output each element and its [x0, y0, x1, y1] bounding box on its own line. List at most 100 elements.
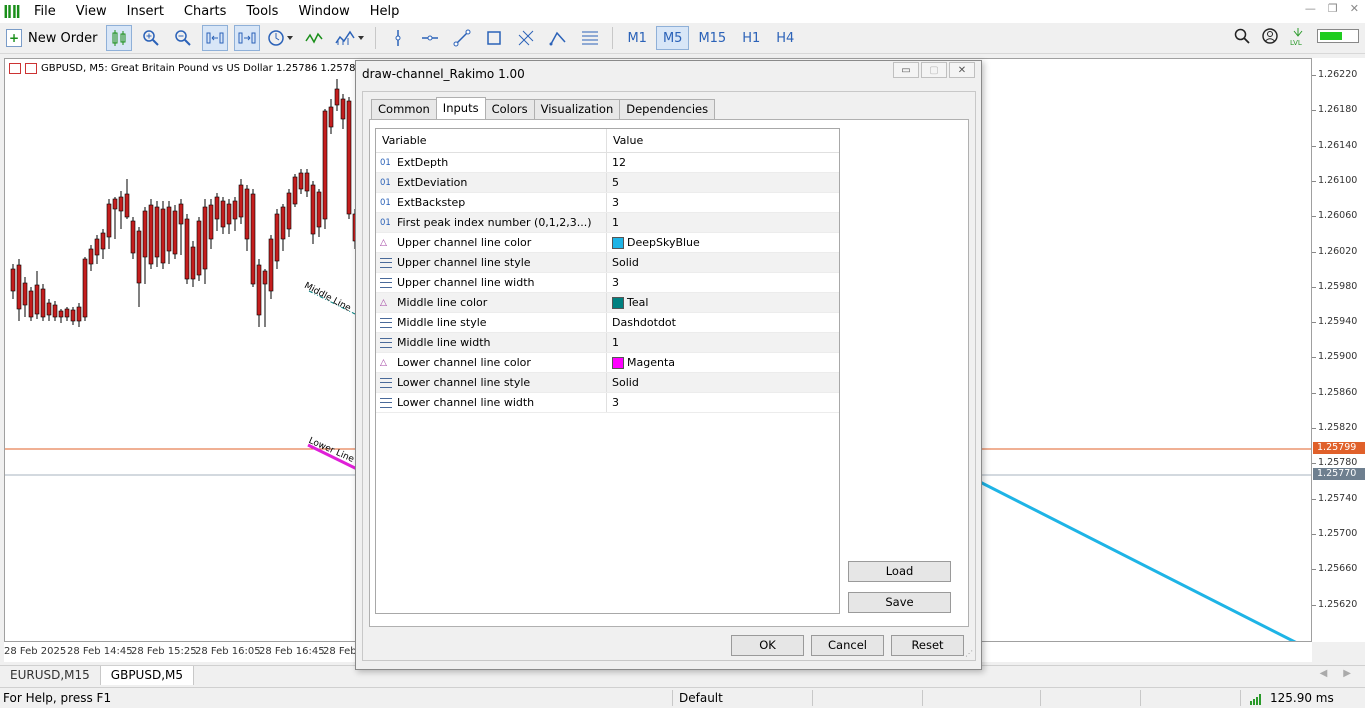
menu-help[interactable]: Help [360, 0, 410, 23]
input-row[interactable]: △ Upper channel line color DeepSkyBlue [376, 233, 839, 253]
zoom-in-button[interactable] [138, 25, 164, 51]
restore-icon[interactable]: ❐ [1328, 2, 1338, 15]
signals-icon[interactable]: LVL [1289, 26, 1307, 46]
timeframe-h4-button[interactable]: H4 [769, 26, 801, 50]
input-row[interactable]: Upper channel line style Solid [376, 253, 839, 273]
input-row[interactable]: Lower channel line style Solid [376, 373, 839, 393]
timeframe-m5-button[interactable]: M5 [655, 26, 690, 50]
menu-tools[interactable]: Tools [236, 0, 288, 23]
column-header-value[interactable]: Value [607, 129, 643, 152]
chart-shift-button[interactable] [234, 25, 261, 51]
vertical-line-button[interactable] [385, 25, 411, 51]
input-row[interactable]: Middle line width 1 [376, 333, 839, 353]
tab-eurusd-m15[interactable]: EURUSD,M15 [0, 666, 101, 685]
input-row[interactable]: 01 ExtDeviation 5 [376, 173, 839, 193]
tab-dependencies[interactable]: Dependencies [619, 99, 716, 119]
cancel-button[interactable]: Cancel [811, 635, 884, 656]
chart-menu-icon[interactable] [9, 63, 21, 74]
fibonacci-button[interactable] [513, 25, 539, 51]
auto-scroll-button[interactable] [202, 25, 229, 51]
input-row[interactable]: 01 First peak index number (0,1,2,3...) 1 [376, 213, 839, 233]
value-cell[interactable]: 12 [607, 153, 839, 172]
input-row[interactable]: Upper channel line width 3 [376, 273, 839, 293]
horizontal-line-button[interactable] [417, 25, 443, 51]
value-cell[interactable]: 3 [607, 193, 839, 212]
candle-body [136, 230, 142, 284]
resize-grip-icon[interactable]: ⋰ [965, 649, 973, 658]
search-icon[interactable] [1233, 27, 1251, 45]
menu-file[interactable]: File [24, 0, 66, 23]
menu-window[interactable]: Window [288, 0, 359, 23]
scroll-left-icon[interactable]: ◀ [1320, 668, 1328, 679]
close-icon[interactable]: ✕ [1350, 2, 1359, 15]
minimize-button[interactable]: ▭ [893, 62, 919, 78]
price-tick [1312, 392, 1316, 394]
value-cell[interactable]: 5 [607, 173, 839, 192]
price-tick [1312, 216, 1316, 218]
value-cell[interactable]: 3 [607, 393, 839, 412]
minimize-icon[interactable]: — [1305, 2, 1316, 15]
menu-bar: ǁǁ File View Insert Charts Tools Window … [0, 0, 1365, 23]
tab-gbpusd-m5[interactable]: GBPUSD,M5 [100, 666, 194, 685]
value-cell[interactable]: Solid [607, 253, 839, 272]
reset-button[interactable]: Reset [891, 635, 964, 656]
value-cell[interactable]: Teal [607, 293, 839, 312]
value-cell[interactable]: 1 [607, 213, 839, 232]
save-button[interactable]: Save [848, 592, 951, 613]
load-button[interactable]: Load [848, 561, 951, 582]
input-row[interactable]: 01 ExtBackstep 3 [376, 193, 839, 213]
maximize-button[interactable]: ▢ [921, 62, 947, 78]
new-order-button[interactable]: + New Order [0, 25, 103, 51]
pitchfork-button[interactable] [545, 25, 571, 51]
tab-colors[interactable]: Colors [484, 99, 535, 119]
input-row[interactable]: △ Middle line color Teal [376, 293, 839, 313]
price-label: 1.25860 [1318, 386, 1358, 398]
status-bar: For Help, press F1 Default 125.90 ms [0, 687, 1365, 708]
value-cell[interactable]: DeepSkyBlue [607, 233, 839, 252]
input-row[interactable]: Lower channel line width 3 [376, 393, 839, 413]
tab-common[interactable]: Common [371, 99, 437, 119]
line-style-type-icon [380, 337, 392, 348]
bid-price-badge: 1.25770 [1313, 468, 1365, 480]
input-row[interactable]: 01 ExtDepth 12 [376, 153, 839, 173]
account-icon[interactable] [1261, 27, 1279, 45]
input-row[interactable]: △ Lower channel line color Magenta [376, 353, 839, 373]
input-row[interactable]: Middle line style Dashdotdot [376, 313, 839, 333]
scroll-right-icon[interactable]: ▶ [1343, 668, 1351, 679]
trend-line-icon [453, 29, 471, 47]
price-tick [1312, 180, 1316, 182]
value-cell[interactable]: 3 [607, 273, 839, 292]
objects-list-button[interactable] [577, 25, 603, 51]
candlestick-chart-button[interactable] [106, 25, 133, 51]
timeframe-m1-button[interactable]: M1 [620, 26, 654, 50]
menu-view[interactable]: View [66, 0, 117, 23]
zoom-out-button[interactable] [170, 25, 196, 51]
variable-name: Middle line style [397, 316, 487, 329]
menu-insert[interactable]: Insert [117, 0, 174, 23]
tab-inputs[interactable]: Inputs [435, 97, 486, 119]
time-label: 28 Feb 16:45 [259, 646, 325, 657]
ok-button[interactable]: OK [731, 635, 804, 656]
tab-visualization[interactable]: Visualization [533, 99, 621, 119]
price-axis[interactable]: 1.26220 1.26180 1.26140 1.26100 1.26060 1.260… [1312, 58, 1365, 642]
candle-body [298, 172, 304, 190]
indicators-button[interactable] [302, 25, 328, 51]
value-cell[interactable]: Dashdotdot [607, 313, 839, 332]
timeframe-h1-button[interactable]: H1 [735, 26, 767, 50]
trend-line-button[interactable] [449, 25, 475, 51]
column-header-variable[interactable]: Variable [376, 129, 607, 152]
menu-charts[interactable]: Charts [174, 0, 237, 23]
rectangle-button[interactable] [481, 25, 507, 51]
periodicity-button[interactable] [266, 25, 296, 51]
value-text: 3 [612, 276, 619, 289]
value-cell[interactable]: Magenta [607, 353, 839, 372]
dialog-tabs: Common Inputs Colors Visualization Depen… [371, 97, 716, 119]
value-cell[interactable]: 1 [607, 333, 839, 352]
close-button[interactable]: ✕ [949, 62, 975, 78]
timeframe-m15-button[interactable]: M15 [691, 26, 733, 50]
value-cell[interactable]: Solid [607, 373, 839, 392]
chart-menu-icon[interactable] [25, 63, 37, 74]
value-text: 5 [612, 176, 619, 189]
templates-button[interactable] [334, 25, 366, 51]
candle-body [250, 193, 256, 285]
